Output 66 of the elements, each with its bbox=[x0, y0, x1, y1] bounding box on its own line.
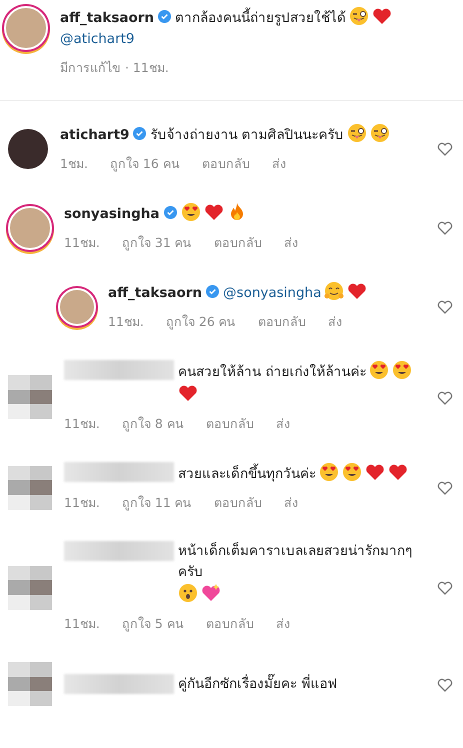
likes-count[interactable]: ถูกใจ 31 คน bbox=[122, 233, 192, 253]
reply-link[interactable]: ตอบกลับ bbox=[214, 493, 262, 513]
caption-text: ตากล้องคนนี้ถ่ายรูปสวยใช้ได้ bbox=[175, 8, 346, 29]
likes-count[interactable]: ถูกใจ 5 คน bbox=[122, 614, 184, 634]
send-link[interactable]: ส่ง bbox=[272, 154, 286, 174]
comment-time: 11ชม. bbox=[108, 313, 144, 331]
heart-emoji-icon bbox=[365, 462, 385, 482]
send-link[interactable]: ส่ง bbox=[284, 493, 298, 513]
mention-link[interactable]: @sonyasingha bbox=[223, 285, 322, 301]
winking-tongue-emoji-icon bbox=[346, 123, 367, 143]
likes-count[interactable]: ถูกใจ 11 คน bbox=[122, 493, 192, 513]
heart-emoji-icon bbox=[347, 281, 368, 301]
reply-link[interactable]: ตอบกลับ bbox=[202, 154, 250, 174]
heart-emoji-icon bbox=[204, 202, 224, 222]
heart-eyes-emoji-icon bbox=[180, 202, 200, 222]
username[interactable]: aff_taksaorn bbox=[60, 10, 154, 26]
heart-icon[interactable] bbox=[437, 299, 453, 314]
mention-link[interactable]: @atichart9 bbox=[60, 31, 135, 47]
winking-tongue-emoji-icon bbox=[370, 123, 390, 143]
send-link[interactable]: ส่ง bbox=[276, 614, 290, 634]
comment-text: สวยและเด็กขึ้นทุกวันค่ะ bbox=[178, 464, 316, 485]
sparkling-heart-emoji-icon bbox=[201, 583, 221, 603]
pixelated-avatar bbox=[8, 566, 52, 610]
heart-icon[interactable] bbox=[437, 390, 453, 404]
edited-time: มีการแก้ไข · 11ชม. bbox=[60, 59, 169, 77]
send-link[interactable]: ส่ง bbox=[328, 312, 342, 332]
pixelated-avatar bbox=[8, 662, 52, 706]
heart-icon[interactable] bbox=[437, 220, 453, 235]
heart-emoji-icon bbox=[388, 462, 408, 482]
reply-link[interactable]: ตอบกลับ bbox=[206, 614, 254, 634]
likes-count[interactable]: ถูกใจ 16 คน bbox=[110, 154, 180, 174]
hugging-emoji-icon bbox=[324, 281, 344, 301]
reply-link[interactable]: ตอบกลับ bbox=[258, 312, 306, 332]
heart-icon[interactable] bbox=[437, 480, 453, 495]
username[interactable]: sonyasingha bbox=[64, 206, 160, 222]
heart-icon[interactable] bbox=[437, 141, 453, 156]
pixelated-avatar bbox=[8, 466, 52, 510]
comment-text: หน้าเด็กเต็มคาราเบลเลยสวยน่ารักมากๆครับ bbox=[178, 541, 413, 582]
comment-time: 11ชม. bbox=[64, 234, 100, 252]
comment-text: รับจ้างถ่ายงาน ตามศิลปินนะครับ bbox=[150, 126, 344, 145]
avatar[interactable] bbox=[8, 128, 48, 168]
likes-count[interactable]: ถูกใจ 8 คน bbox=[122, 414, 184, 434]
username[interactable]: atichart9 bbox=[60, 127, 130, 143]
reply-link[interactable]: ตอบกลับ bbox=[214, 233, 262, 253]
likes-count[interactable]: ถูกใจ 26 คน bbox=[166, 312, 236, 332]
comment-text: คนสวยให้ล้าน ถ่ายเก่งให้ล้านค่ะ bbox=[178, 363, 366, 382]
pixelated-avatar bbox=[8, 375, 52, 419]
heart-eyes-emoji-icon bbox=[342, 462, 362, 482]
heart-emoji-icon bbox=[178, 383, 198, 403]
heart-eyes-emoji-icon bbox=[369, 360, 390, 380]
heart-eyes-emoji-icon bbox=[319, 462, 339, 482]
reply-link[interactable]: ตอบกลับ bbox=[206, 414, 254, 434]
comment-time: 1ชม. bbox=[60, 155, 88, 173]
username[interactable]: aff_taksaorn bbox=[108, 285, 202, 301]
comment-time: 11ชม. bbox=[64, 615, 100, 633]
surprised-emoji-icon bbox=[178, 583, 198, 603]
heart-emoji-icon bbox=[372, 6, 392, 26]
send-link[interactable]: ส่ง bbox=[276, 414, 290, 434]
winking-tongue-emoji-icon bbox=[349, 6, 370, 26]
comment-text: คู่กันอีกซักเรื่องมั๊ยคะ พี่แอฟ bbox=[178, 674, 338, 694]
comment-time: 11ชม. bbox=[64, 494, 100, 512]
comment-time: 11ชม. bbox=[64, 415, 100, 433]
heart-icon[interactable] bbox=[437, 580, 453, 595]
heart-icon[interactable] bbox=[437, 676, 453, 692]
send-link[interactable]: ส่ง bbox=[284, 233, 298, 253]
heart-eyes-emoji-icon bbox=[392, 360, 412, 380]
